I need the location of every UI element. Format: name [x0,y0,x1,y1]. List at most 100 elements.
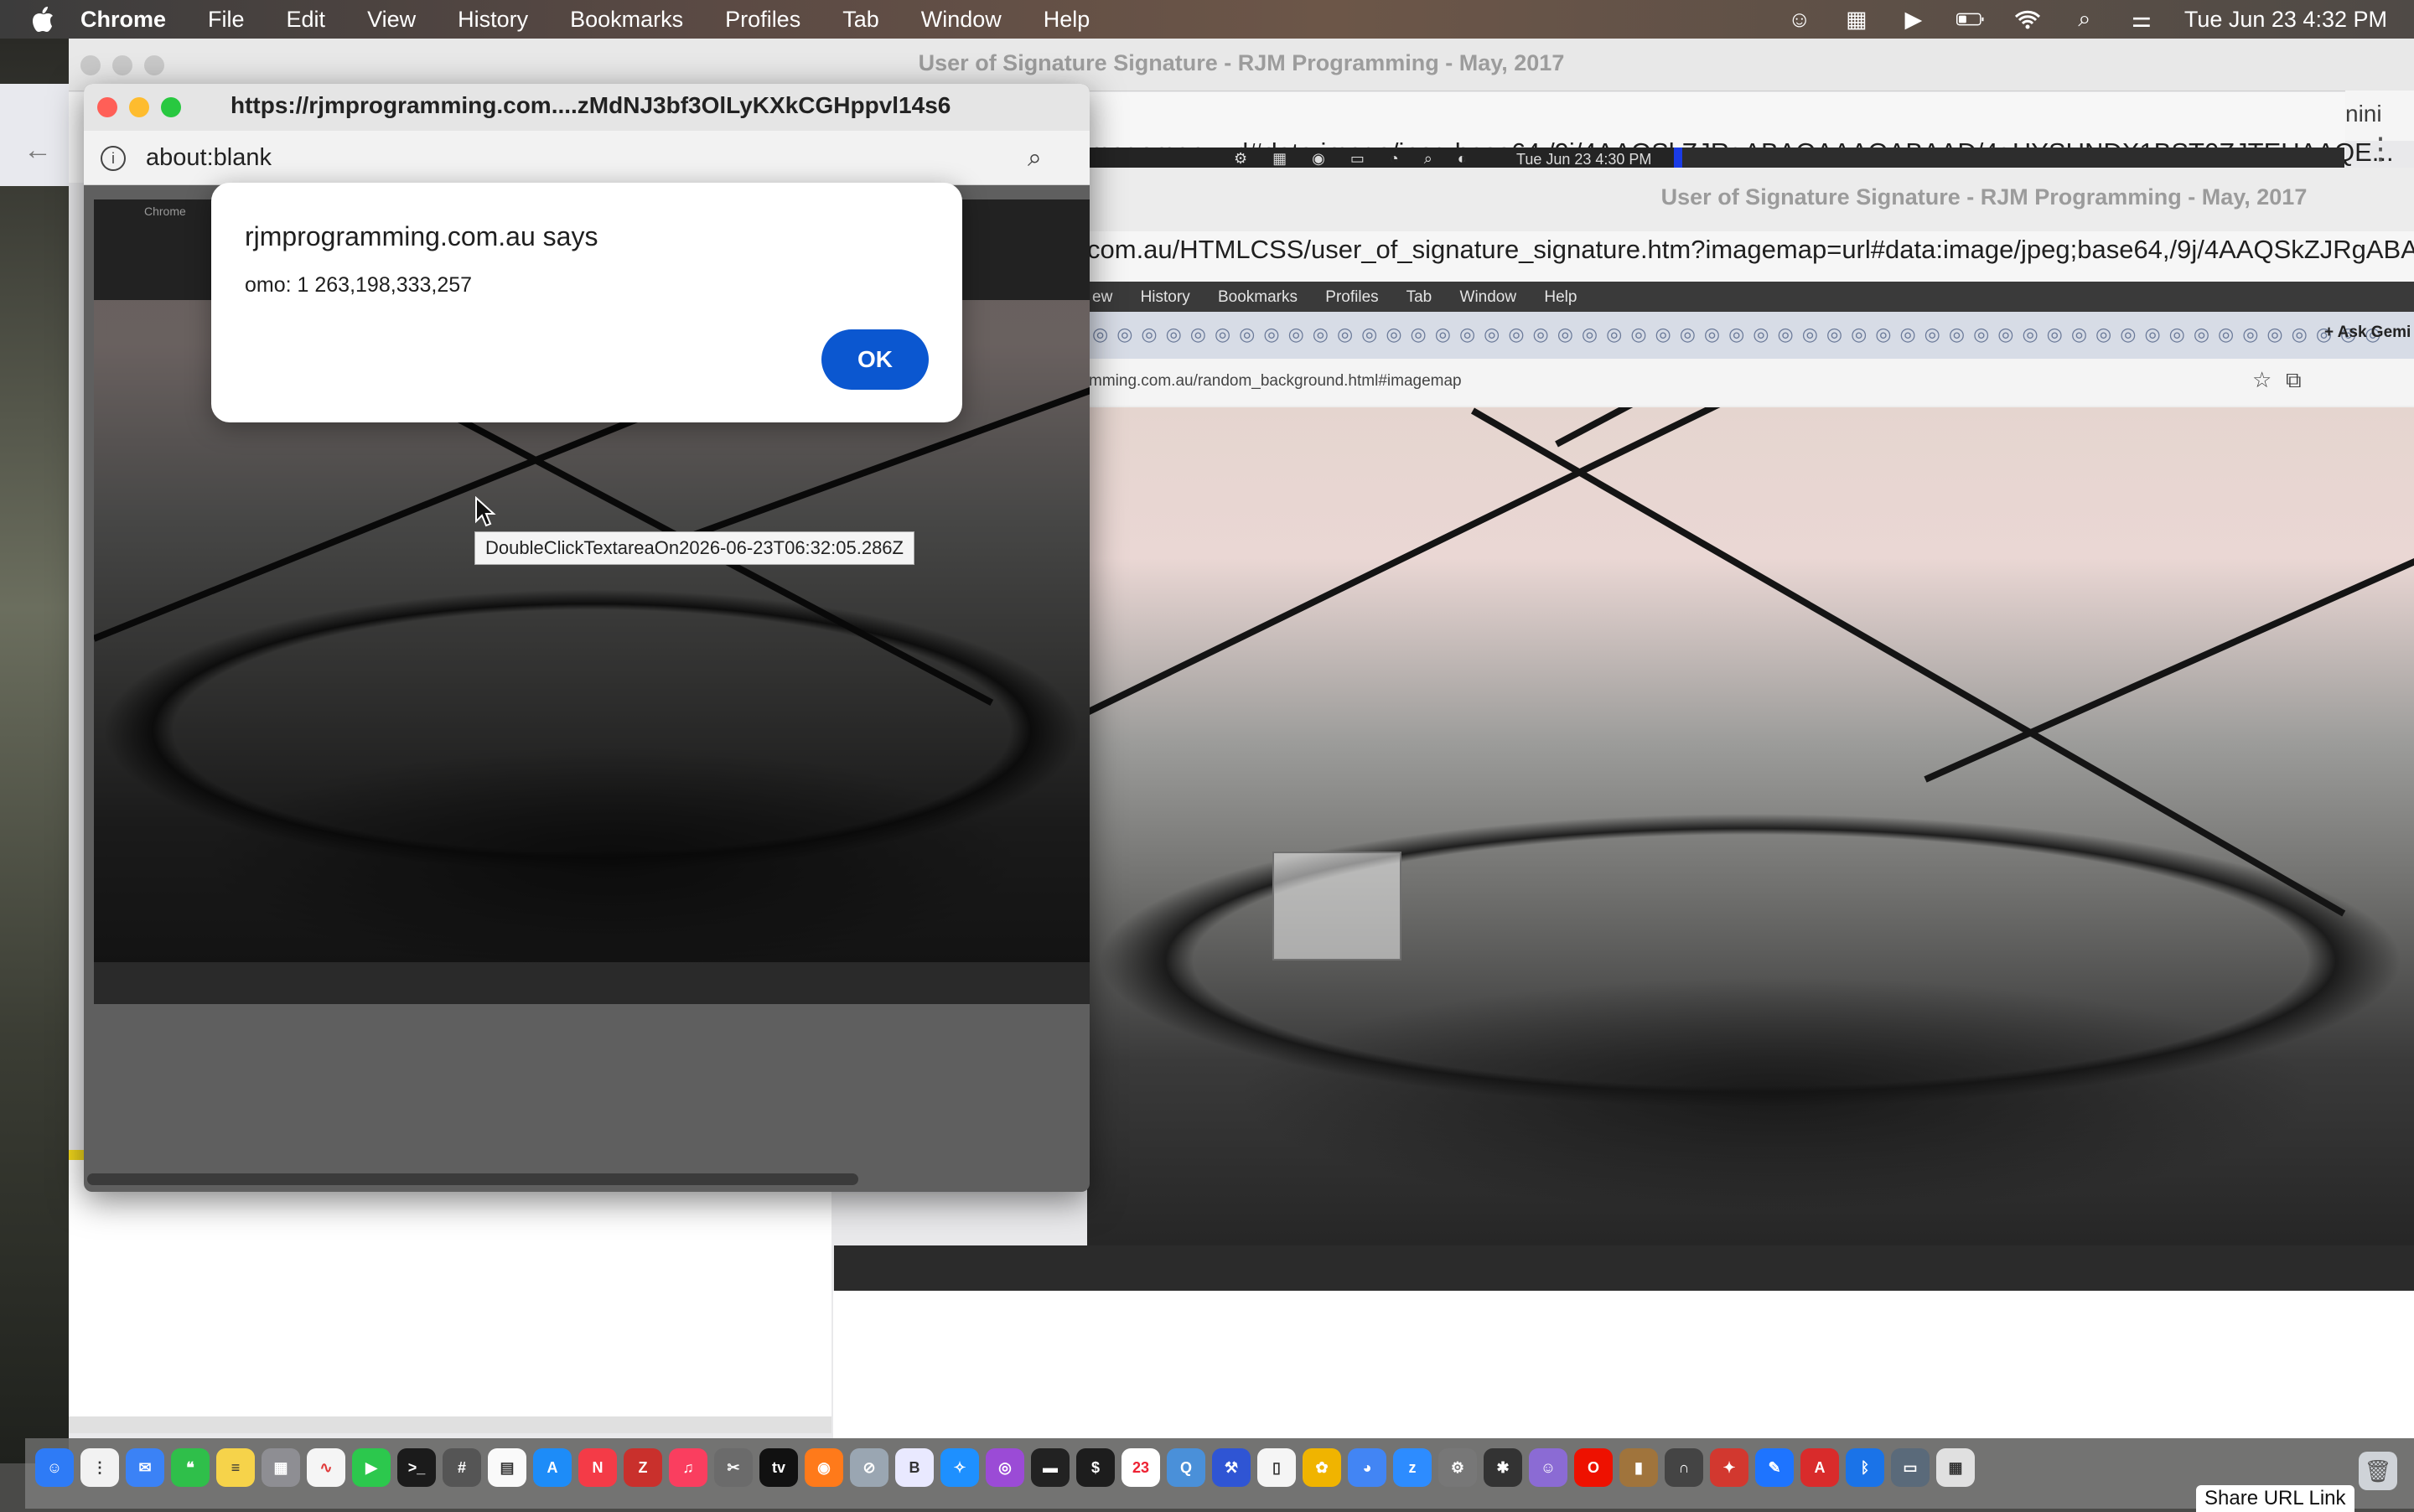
share-url-link[interactable]: Share URL Link [2196,1485,2354,1512]
quicktime-icon[interactable]: Q [1167,1448,1205,1487]
popup-zoom-button[interactable] [161,97,181,117]
opera-icon[interactable]: O [1574,1448,1613,1487]
trash-icon[interactable]: 🗑 [2359,1452,2397,1490]
inner-menu-profiles: Profiles [1325,288,1379,306]
popup-screenshot-dock [94,962,1090,1004]
finder-icon[interactable]: ☺ [35,1448,74,1487]
music-icon[interactable]: ♫ [669,1448,707,1487]
freeform-icon[interactable]: ∿ [307,1448,345,1487]
reminders-icon[interactable]: ⋮ [80,1448,119,1487]
ghost-icon[interactable]: ☺ [1529,1448,1567,1487]
popup-title: https://rjmprogramming.com....zMdNJ3bf3O… [231,92,951,118]
firefox-icon[interactable]: ◉ [805,1448,843,1487]
compass-icon[interactable]: ✦ [1710,1448,1748,1487]
inner-menu-window: Window [1459,288,1517,306]
calendar-icon[interactable]: 23 [1122,1448,1160,1487]
macos-menu-bar: Chrome File Edit View History Bookmarks … [0,0,2414,39]
inner-menu-help: Help [1544,288,1577,306]
info-icon[interactable]: i [101,146,126,171]
menu-view[interactable]: View [367,7,416,33]
inner-menu-history: History [1140,288,1190,306]
inner-menu-view: ew [1092,288,1113,306]
messages-icon[interactable]: ❝ [171,1448,210,1487]
popup-minimize-button[interactable] [129,97,149,117]
back-window-title: User of Signature Signature - RJM Progra… [918,50,1565,75]
no-entry-icon[interactable]: ⊘ [850,1448,888,1487]
menu-bookmarks[interactable]: Bookmarks [570,7,683,33]
keyboard-viewer-icon[interactable]: ▦ [1936,1448,1975,1487]
bug-icon[interactable]: ✱ [1484,1448,1522,1487]
menu-tab[interactable]: Tab [842,7,879,33]
textedit-icon[interactable]: ▤ [488,1448,526,1487]
ok-button[interactable]: OK [821,329,929,390]
photos-icon[interactable]: ✿ [1303,1448,1341,1487]
play-icon[interactable]: ▶ [1899,7,1928,32]
spotlight-search-icon[interactable]: ⌕ [2070,6,2099,32]
menu-history[interactable]: History [458,7,528,33]
menu-help[interactable]: Help [1044,7,1090,33]
extensions-icon[interactable]: ⧉ [2286,367,2302,394]
document-icon[interactable]: ▯ [1257,1448,1296,1487]
back-horizontal-scrollbar[interactable] [69,1416,831,1433]
news-icon[interactable]: N [578,1448,617,1487]
screenshot-icon[interactable]: ▭ [1891,1448,1930,1487]
launchpad-icon[interactable]: ▦ [262,1448,300,1487]
inner-dock-strip [834,1245,2414,1291]
keyboard-icon[interactable]: ▦ [1842,7,1871,32]
podcasts-icon[interactable]: ◎ [986,1448,1024,1487]
acrobat-icon[interactable]: A [1800,1448,1839,1487]
user-status-icon[interactable]: ☺ [1785,7,1814,32]
imagemap-hotspot-textarea[interactable] [1272,852,1401,961]
bookmark-star-icon[interactable]: ☆ [2252,367,2272,393]
menu-edit[interactable]: Edit [287,7,326,33]
control-center-icon[interactable]: ⚌ [2127,7,2156,32]
menu-chrome[interactable]: Chrome [80,7,166,33]
apple-logo-icon[interactable] [32,6,55,33]
app-store-icon[interactable]: A [533,1448,572,1487]
mail-icon[interactable]: ✉ [126,1448,164,1487]
apple-tv-icon[interactable]: tv [759,1448,798,1487]
folder-app-icon[interactable]: ▮ [1619,1448,1658,1487]
bbedit-icon[interactable]: B [895,1448,934,1487]
menu-window[interactable]: Window [921,7,1002,33]
ask-gemini-button[interactable]: + Ask Gemi [2324,324,2411,342]
xcode-icon[interactable]: ⚒ [1212,1448,1251,1487]
popup-address-text[interactable]: about:blank [146,144,272,172]
chrome-icon[interactable]: ◕ [1348,1448,1386,1487]
right-address-bar[interactable]: mming.com.au/random_background.html#imag… [1087,359,2414,406]
facetime-icon[interactable]: ▶ [352,1448,391,1487]
right-page-blank-area [833,1291,2414,1438]
menubar-clock[interactable]: Tue Jun 23 4:32 PM [2184,7,2387,33]
alert-heading: rjmprogramming.com.au says [245,221,598,251]
zoom-icon[interactable]: z [1393,1448,1432,1487]
calculator-icon[interactable]: # [443,1448,481,1487]
js-alert-dialog: rjmprogramming.com.au says omo: 1 263,19… [211,183,962,422]
filezilla-icon[interactable]: Z [624,1448,662,1487]
safari-icon[interactable]: ✧ [940,1448,979,1487]
menu-file[interactable]: File [208,7,245,33]
notes-icon[interactable]: ≡ [216,1448,255,1487]
right-photo-view[interactable] [1087,407,2414,1245]
console-icon[interactable]: ▬ [1031,1448,1070,1487]
popup-horizontal-scrollbar[interactable] [87,1173,858,1185]
right-url-text[interactable]: com.au/HTMLCSS/user_of_signature_signatu… [1087,235,2414,265]
preview-icon[interactable]: ✂ [714,1448,753,1487]
battery-icon[interactable] [1956,7,1985,32]
bluetooth-icon[interactable]: ᛒ [1846,1448,1884,1487]
headphones-icon[interactable]: ∩ [1665,1448,1703,1487]
right-inner-menubar: ew History Bookmarks Profiles Tab Window… [1087,282,2414,312]
popup-close-button[interactable] [97,97,117,117]
alert-message: omo: 1 263,198,333,257 [245,273,473,297]
script-editor-icon[interactable]: ✎ [1755,1448,1794,1487]
zoom-search-icon[interactable]: ⌕ [1028,144,1042,173]
system-settings-icon[interactable]: ⚙ [1438,1448,1477,1487]
terminal-icon[interactable]: >_ [397,1448,436,1487]
iterm-icon[interactable]: $ [1076,1448,1115,1487]
wifi-icon[interactable] [2013,7,2042,32]
right-address-text[interactable]: mming.com.au/random_background.html#imag… [1089,372,1462,391]
back-arrow-icon[interactable]: ← [23,134,52,167]
right-tab-strip: ◎◎◎◎◎◎◎◎◎◎◎◎◎◎◎◎◎◎◎◎◎◎◎◎◎◎◎◎◎◎◎◎◎◎◎◎◎◎◎◎… [1087,312,2414,359]
more-menu-icon[interactable]: ⋮ [2365,131,2396,166]
inner-clock: Tue Jun 23 4:30 PM [1516,151,1652,168]
menu-profiles[interactable]: Profiles [725,7,800,33]
